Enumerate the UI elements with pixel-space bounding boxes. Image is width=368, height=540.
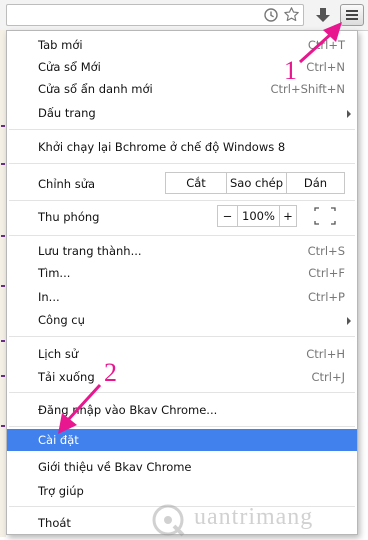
step-2-label: 2 [104,358,117,387]
step-1-label: 1 [284,56,297,85]
arrow-to-menu-button [298,22,342,64]
arrow-to-settings [58,383,102,434]
annotation-arrows [58,22,342,434]
